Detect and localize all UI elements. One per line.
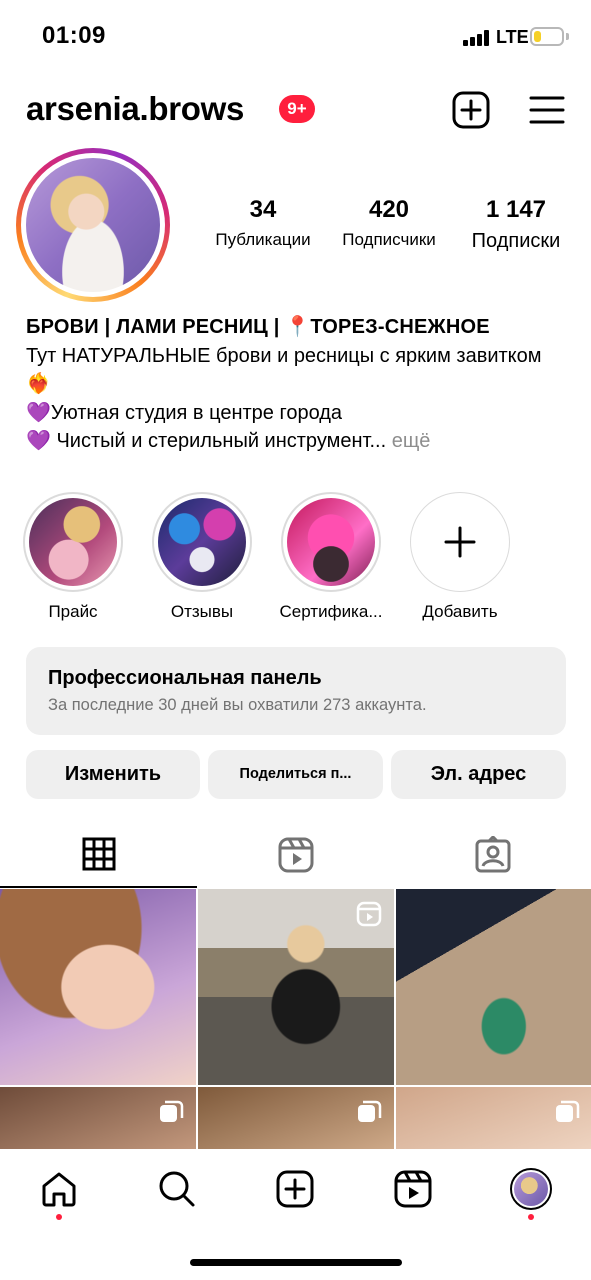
highlight-label: Прайс [48, 602, 98, 621]
cellular-signal-icon [463, 30, 491, 46]
stat-posts[interactable]: 34 Публикации [203, 196, 323, 250]
post-thumbnail[interactable] [0, 889, 196, 1085]
plus-icon [444, 526, 476, 558]
nav-create[interactable] [273, 1167, 317, 1211]
username[interactable]: arsenia.brows [26, 90, 244, 128]
stat-followers[interactable]: 420 Подписчики [330, 196, 448, 250]
edit-profile-button[interactable]: Изменить [26, 750, 200, 799]
highlight-label: Отзывы [170, 602, 234, 621]
profile-bio: БРОВИ | ЛАМИ РЕСНИЦ | 📍ТОРЕЗ-СНЕЖНОЕ Тут… [26, 313, 571, 456]
bio-more-link[interactable]: ещё [392, 430, 431, 452]
bio-line-2: 💜Уютная студия в центре города [26, 401, 343, 424]
stat-followers-value: 420 [368, 196, 410, 223]
reels-icon [356, 901, 382, 927]
reels-icon [394, 1170, 432, 1208]
profile-avatar [514, 1172, 548, 1206]
highlight-add[interactable]: Добавить [405, 492, 515, 622]
nav-home[interactable] [37, 1167, 81, 1211]
profile-avatar-story-ring[interactable] [16, 148, 170, 302]
email-button[interactable]: Эл. адрес [391, 750, 566, 799]
post-thumbnail[interactable] [396, 1087, 591, 1149]
tab-posts-grid[interactable] [0, 830, 197, 888]
tagged-icon [475, 836, 510, 873]
highlight-label: Сертифика... [279, 602, 383, 621]
battery-level [534, 31, 541, 42]
notification-badge[interactable]: 9+ [279, 95, 315, 123]
highlight-certificates[interactable]: Сертифика... [276, 492, 386, 622]
tab-tagged[interactable] [394, 830, 591, 888]
search-icon [159, 1171, 195, 1207]
grid-icon [82, 837, 115, 871]
profile-header: arsenia.brows 9+ [0, 80, 591, 140]
nav-reels[interactable] [391, 1167, 435, 1211]
battery-icon [530, 27, 564, 46]
tab-reels[interactable] [197, 830, 394, 888]
post-thumbnail[interactable] [0, 1087, 196, 1149]
highlight-cover [287, 498, 375, 586]
bio-title: БРОВИ | ЛАМИ РЕСНИЦ | 📍ТОРЕЗ-СНЕЖНОЕ [26, 316, 490, 338]
posts-grid [0, 889, 591, 1149]
create-icon [276, 1170, 314, 1208]
stat-following-label: Подписки [471, 230, 561, 252]
battery-cap [566, 33, 569, 40]
carousel-icon [358, 1100, 382, 1122]
professional-dashboard[interactable]: Профессиональная панель За последние 30 … [26, 647, 566, 735]
profile-avatar [26, 158, 160, 292]
stat-followers-label: Подписчики [342, 230, 436, 249]
highlight-label: Добавить [422, 602, 498, 621]
stat-posts-value: 34 [249, 196, 277, 223]
carousel-icon [160, 1100, 184, 1122]
status-bar: 01:09 LTE [0, 0, 591, 70]
share-profile-button[interactable]: Поделиться п... [208, 750, 383, 799]
bio-line-3-wrap: 💜 Чистый и стерильный инструмент... ещё [26, 427, 571, 456]
plus-square-icon[interactable] [451, 90, 491, 130]
profile-tabs [0, 830, 591, 888]
bio-line-3: 💜 Чистый и стерильный инструмент... [26, 430, 387, 452]
highlight-cover [158, 498, 246, 586]
home-indicator [190, 1259, 402, 1266]
bio-line-1: Тут НАТУРАЛЬНЫЕ брови и ресницы с ярким … [26, 344, 542, 396]
reels-icon [278, 837, 313, 873]
post-thumbnail[interactable] [396, 889, 591, 1085]
highlight-reviews[interactable]: Отзывы [147, 492, 257, 622]
home-icon [42, 1172, 76, 1207]
highlight-cover [29, 498, 117, 586]
stat-posts-label: Публикации [215, 230, 311, 249]
post-thumbnail[interactable] [198, 1087, 394, 1149]
post-thumbnail[interactable] [198, 889, 394, 1085]
nav-search[interactable] [155, 1167, 199, 1211]
network-type: LTE [496, 27, 529, 47]
stat-following[interactable]: 1 147 Подписки [458, 196, 574, 253]
stat-following-value: 1 147 [485, 196, 547, 223]
notification-dot [528, 1214, 534, 1220]
add-highlight-circle [410, 492, 510, 592]
highlight-cover-frame [281, 492, 381, 592]
highlight-cover-frame [152, 492, 252, 592]
avatar-frame [21, 153, 165, 297]
notification-dot [56, 1214, 62, 1220]
highlight-cover-frame [23, 492, 123, 592]
highlight-price[interactable]: Прайс [18, 492, 128, 622]
nav-avatar-frame [510, 1168, 552, 1210]
pro-panel-subtitle: За последние 30 дней вы охватили 273 акк… [48, 696, 427, 714]
nav-profile[interactable] [509, 1167, 553, 1211]
status-time: 01:09 [42, 22, 106, 49]
hamburger-menu-icon[interactable] [527, 90, 567, 130]
pro-panel-title: Профессиональная панель [48, 667, 322, 689]
carousel-icon [556, 1100, 580, 1122]
